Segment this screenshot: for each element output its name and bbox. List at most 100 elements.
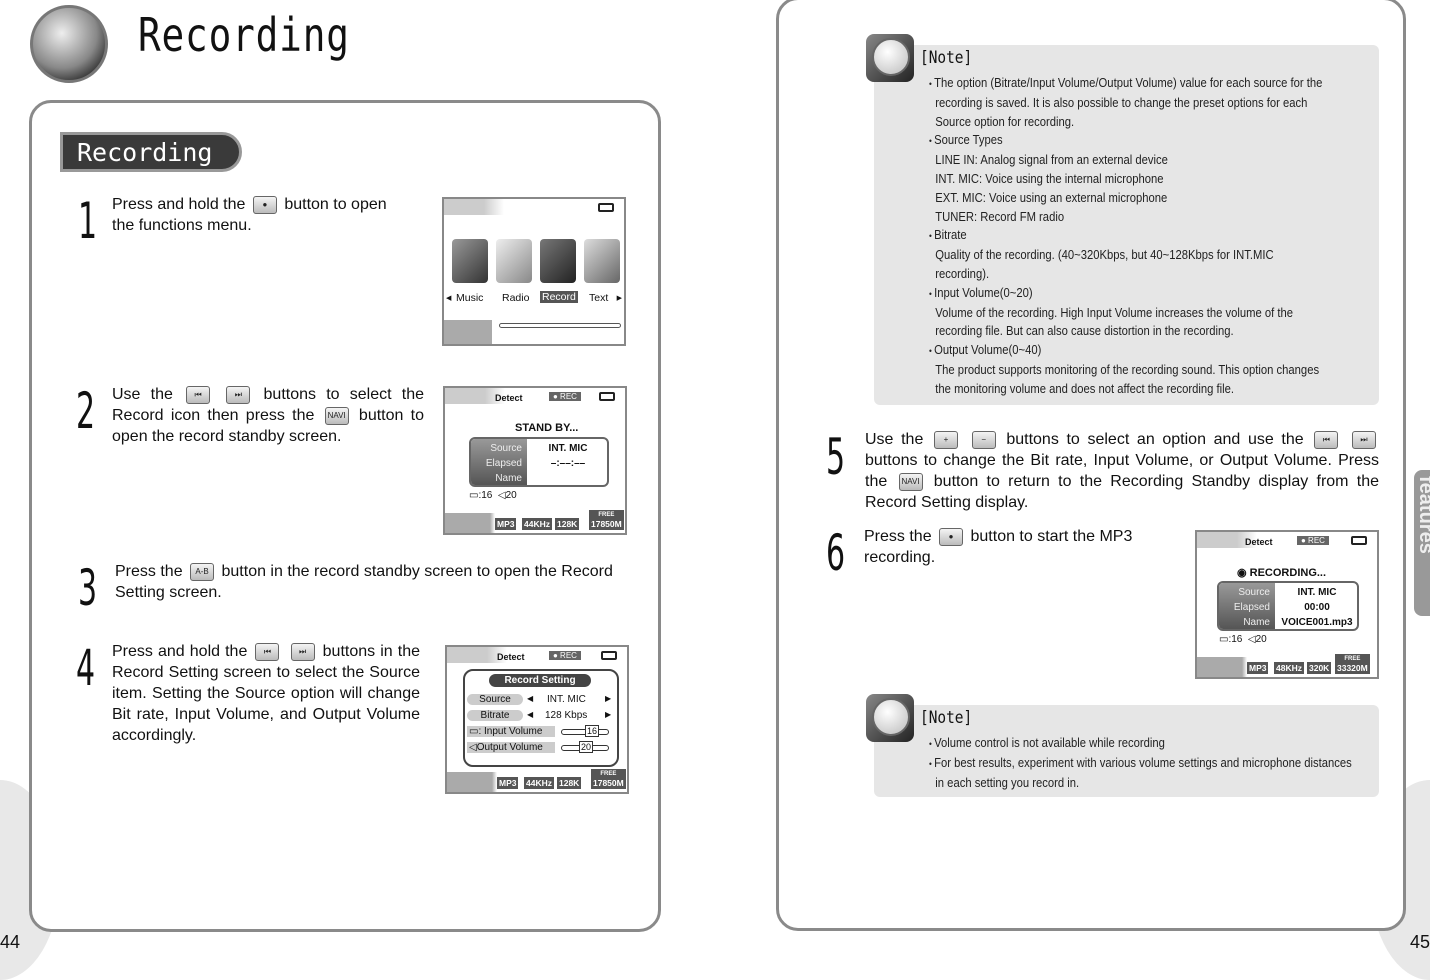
prev-button-icon: ⏮ bbox=[255, 642, 280, 661]
setting-label-bitrate: Bitrate bbox=[467, 710, 523, 721]
note-body: Volume control is not available while re… bbox=[929, 734, 1352, 792]
label-source: Source bbox=[490, 443, 522, 454]
record-icon bbox=[540, 239, 576, 283]
device-screen-menu: ◀ Music Radio Record Text ▶ bbox=[442, 197, 626, 346]
next-button-icon: ⏭ bbox=[290, 642, 315, 661]
note-bullet: Output Volume(0~40) bbox=[929, 341, 1322, 361]
step-text-segment: Use the bbox=[112, 386, 173, 403]
device-screen-recording: Detect ● REC ◉ RECORDING... Source Elapse… bbox=[1195, 530, 1379, 679]
note-line: Quality of the recording. (40~320Kbps, b… bbox=[935, 248, 1274, 263]
page-number: 45 bbox=[1409, 932, 1430, 952]
format-tag: MP3 bbox=[495, 518, 517, 530]
right-arrow-icon: ▶ bbox=[605, 694, 612, 703]
value-name: VOICE001.mp3 bbox=[1281, 617, 1353, 628]
input-volume-value: :16 bbox=[478, 490, 493, 501]
input-volume-label: : Input Volume bbox=[478, 726, 543, 737]
note-line: The product supports monitoring of the r… bbox=[935, 362, 1320, 377]
value-elapsed: 00:00 bbox=[1304, 602, 1330, 613]
microphone-icon: ◉ RECORDING... bbox=[1237, 567, 1327, 579]
device-screen-standby: Detect ● REC STAND BY... Source Elapsed Na… bbox=[443, 386, 627, 535]
recording-logo-icon bbox=[30, 5, 108, 83]
step-1-text: Press and hold the ● button to open the … bbox=[112, 194, 402, 236]
prev-button-icon: ⏮ bbox=[1314, 430, 1339, 449]
navi-button-icon: NAVI bbox=[898, 472, 923, 491]
samplerate-tag: 48KHz bbox=[1274, 662, 1304, 674]
rec-indicator: ● REC bbox=[1297, 536, 1329, 545]
navi-button-icon: NAVI bbox=[324, 406, 349, 425]
label-name: Name bbox=[1243, 617, 1270, 628]
note-bullet: For best results, experiment with variou… bbox=[929, 754, 1352, 774]
detect-indicator: Detect bbox=[495, 393, 523, 403]
side-tab-label: Useful features bbox=[1415, 476, 1430, 554]
screen-header bbox=[447, 647, 627, 663]
note-line: the monitoring volume and does not affec… bbox=[935, 381, 1235, 396]
step-4-text: Press and hold the ⏮ ⏭ buttons in the Re… bbox=[112, 641, 420, 746]
step-text-segment: Press the bbox=[115, 563, 183, 580]
note-line: Source option for recording. bbox=[935, 114, 1075, 129]
output-volume-value: 20 bbox=[579, 741, 594, 753]
bitrate-tag: 128K bbox=[555, 518, 580, 530]
bitrate-tag: 128K bbox=[557, 777, 582, 789]
left-arrow-icon: ◀ bbox=[527, 710, 534, 719]
label-elapsed: Elapsed bbox=[1233, 602, 1270, 613]
left-arrow-icon: ◀ bbox=[527, 694, 534, 703]
info-labels: Source Elapsed Name bbox=[1219, 583, 1275, 629]
bitrate-tag: 320K bbox=[1307, 662, 1332, 674]
info-box: Source Elapsed Name INT. MIC 00:00 VOICE001.… bbox=[1217, 581, 1359, 631]
samplerate-tag: 44KHz bbox=[522, 518, 552, 530]
next-button-icon: ⏭ bbox=[1351, 430, 1376, 449]
note-bullet: Bitrate bbox=[929, 226, 1322, 246]
step-6-text: Press the ● button to start the MP3 reco… bbox=[864, 526, 1194, 568]
step-text-segment: Press and hold the bbox=[112, 643, 248, 660]
status-text: RECORDING... bbox=[1249, 567, 1327, 579]
value-source: INT. MIC bbox=[1297, 587, 1337, 598]
input-volume-readout: ▭:16 ◁20 bbox=[469, 490, 517, 501]
device-screen-record-setting: Detect ● REC Record Setting Source ◀ INT… bbox=[445, 645, 629, 794]
volume-readout: ▭:16 ◁20 bbox=[1219, 634, 1267, 645]
free-value: 17850M bbox=[591, 519, 622, 529]
battery-icon bbox=[1351, 536, 1367, 545]
free-space-tag: FREE 33320M bbox=[1335, 654, 1370, 674]
rec-button-icon: ● bbox=[939, 527, 964, 546]
note-line: recording). bbox=[935, 266, 990, 281]
note-line: EXT. MIC: Voice using an external microp… bbox=[935, 190, 1168, 205]
battery-icon bbox=[598, 203, 614, 212]
minus-button-icon: − bbox=[971, 430, 996, 449]
format-tag: MP3 bbox=[497, 777, 519, 789]
rec-indicator: ● REC bbox=[549, 392, 581, 401]
step-text-segment: button to return to the Recording Standb… bbox=[865, 473, 1379, 511]
step-number: 6 bbox=[826, 524, 846, 582]
note-bullet: Volume control is not available while re… bbox=[929, 734, 1352, 754]
page-number: 44 bbox=[0, 932, 21, 952]
rec-indicator: ● REC bbox=[549, 651, 581, 660]
screen-header bbox=[1197, 532, 1377, 548]
samplerate-tag: 44KHz bbox=[524, 777, 554, 789]
note-line: TUNER: Record FM radio bbox=[935, 209, 1065, 224]
value-source: INT. MIC bbox=[548, 443, 588, 454]
note-title: [Note] bbox=[920, 708, 973, 728]
battery-icon bbox=[601, 651, 617, 660]
note-lightbulb-icon bbox=[866, 694, 914, 742]
step-5-text: Use the + − buttons to select an option … bbox=[865, 429, 1379, 513]
step-text-segment: Press the bbox=[864, 528, 932, 545]
label-name: Name bbox=[495, 473, 522, 484]
scroll-bar bbox=[499, 323, 621, 328]
step-number: 3 bbox=[78, 559, 98, 617]
rec-button-icon: ● bbox=[252, 195, 277, 214]
note-lightbulb-icon bbox=[866, 34, 914, 82]
note-title: [Note] bbox=[920, 48, 973, 68]
step-text-segment: Press and hold the bbox=[112, 196, 246, 213]
side-tab-useful-features[interactable]: Useful features bbox=[1414, 470, 1430, 616]
label-elapsed: Elapsed bbox=[485, 458, 522, 469]
section-heading: Recording bbox=[60, 132, 242, 172]
prev-button-icon: ⏮ bbox=[186, 385, 211, 404]
left-arrow-icon: ◀ bbox=[446, 295, 452, 302]
format-tag: MP3 bbox=[1247, 662, 1269, 674]
battery-icon bbox=[599, 392, 615, 401]
screen-footer bbox=[444, 320, 492, 344]
note-bullet: Source Types bbox=[929, 131, 1322, 151]
step-number: 4 bbox=[76, 639, 96, 697]
note-line: recording file. But can also cause disto… bbox=[935, 324, 1234, 339]
input-volume-value: :16 bbox=[1228, 634, 1243, 645]
screen-header bbox=[445, 388, 625, 404]
